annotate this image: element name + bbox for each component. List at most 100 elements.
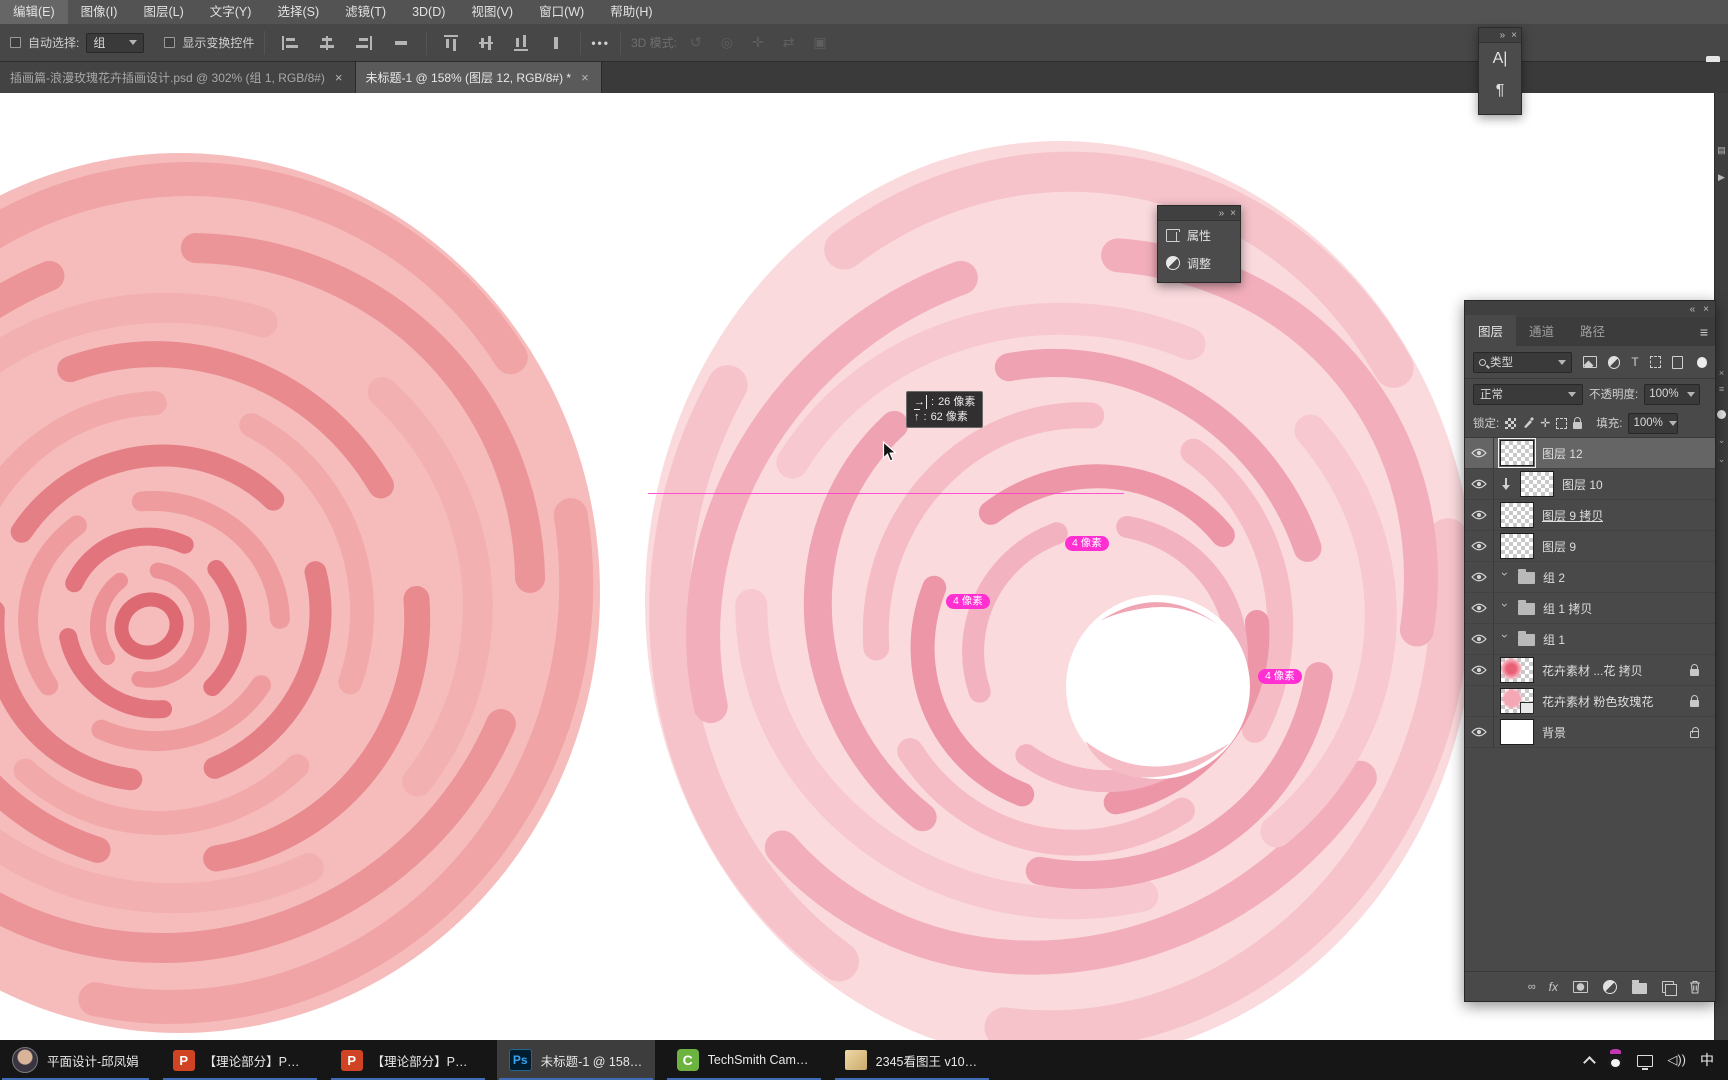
expand-chevron-icon[interactable]: › — [1498, 634, 1512, 644]
taskbar-camtasia[interactable]: C TechSmith Camta... — [665, 1040, 823, 1080]
layer-filter-dropdown[interactable]: 类型 — [1473, 351, 1572, 373]
layer-thumbnail[interactable] — [1520, 471, 1554, 497]
close-icon[interactable]: × — [1511, 30, 1517, 41]
tab-paths[interactable]: 路径 — [1567, 315, 1618, 346]
layer-row-group2[interactable]: › 组 2 — [1465, 562, 1715, 593]
layer-thumbnail[interactable] — [1500, 657, 1534, 683]
lock-position-icon[interactable]: ✛ — [1540, 416, 1550, 430]
document-tab-rose-psd[interactable]: 插画篇-浪漫玫瑰花卉插画设计.psd @ 302% (组 1, RGB/8#) … — [0, 62, 356, 93]
layer-row-9[interactable]: 图层 9 — [1465, 531, 1715, 562]
fill-input[interactable]: 100% — [1628, 412, 1679, 434]
collapse-icon[interactable]: » — [1219, 208, 1225, 219]
volume-icon[interactable]: ◁)) — [1667, 1052, 1686, 1068]
close-icon[interactable]: × — [333, 70, 345, 85]
taskbar-chat-window[interactable]: 平面设计-邱凤娟 — [0, 1040, 151, 1080]
tray-expand-icon[interactable] — [1583, 1055, 1597, 1069]
layer-row-10[interactable]: 图层 10 — [1465, 469, 1715, 500]
taskbar-photoshop[interactable]: Ps 未标题-1 @ 158%... — [496, 1040, 655, 1080]
filter-pixel-layers-icon[interactable] — [1582, 356, 1597, 368]
align-bottom-icon[interactable] — [514, 34, 529, 51]
color-dock-icon[interactable] — [1717, 410, 1726, 419]
character-panel-button[interactable]: A| — [1479, 43, 1521, 75]
filter-adjustment-layers-icon[interactable] — [1608, 355, 1621, 369]
visibility-toggle[interactable] — [1465, 469, 1494, 499]
menu-3d[interactable]: 3D(D) — [399, 0, 458, 24]
layer-row-group1[interactable]: › 组 1 — [1465, 624, 1715, 655]
chevron-icon[interactable]: ⌄ — [1715, 454, 1728, 465]
menu-help[interactable]: 帮助(H) — [597, 0, 665, 24]
layer-thumbnail[interactable] — [1500, 533, 1534, 559]
new-layer-icon[interactable] — [1662, 980, 1677, 996]
delete-layer-icon[interactable] — [1689, 980, 1701, 994]
panel-menu-icon[interactable]: ≡ — [1715, 384, 1728, 394]
more-options-button[interactable]: ••• — [591, 36, 610, 50]
visibility-toggle[interactable] — [1465, 438, 1494, 468]
collapse-icon[interactable]: « — [1690, 304, 1696, 315]
align-right-icon[interactable] — [356, 35, 373, 50]
add-mask-icon[interactable] — [1573, 980, 1588, 993]
visibility-toggle[interactable] — [1465, 624, 1494, 654]
new-group-icon[interactable] — [1632, 979, 1647, 994]
lock-pixels-icon[interactable] — [1522, 417, 1535, 429]
ime-indicator[interactable]: 中 — [1700, 1050, 1714, 1070]
adjustments-button[interactable]: 调整 — [1158, 249, 1240, 277]
layer-row-group1-copy[interactable]: › 组 1 拷贝 — [1465, 593, 1715, 624]
expand-chevron-icon[interactable]: › — [1498, 572, 1512, 582]
visibility-toggle[interactable] — [1465, 593, 1494, 623]
menu-layer[interactable]: 图层(L) — [130, 0, 196, 24]
taskbar-powerpoint-2[interactable]: P 【理论部分】PS插... — [329, 1040, 487, 1080]
dock-play-icon[interactable]: ▶ — [1715, 172, 1728, 183]
tab-channels[interactable]: 通道 — [1516, 315, 1567, 346]
align-left-icon[interactable] — [282, 35, 299, 50]
filter-type-layers-icon[interactable]: T — [1631, 355, 1638, 369]
lock-transparency-icon[interactable] — [1505, 417, 1517, 429]
layer-row-flower-pink[interactable]: 花卉素材 粉色玫瑰花 — [1465, 686, 1715, 717]
filter-shape-layers-icon[interactable] — [1649, 356, 1662, 368]
menu-image[interactable]: 图像(I) — [68, 0, 131, 24]
visibility-toggle[interactable] — [1465, 717, 1494, 747]
paragraph-panel-button[interactable]: ¶ — [1479, 75, 1521, 107]
link-layers-icon[interactable]: ∞ — [1528, 981, 1536, 993]
qq-icon[interactable] — [1608, 1048, 1624, 1069]
collapse-icon[interactable]: » — [1500, 30, 1506, 41]
layer-thumbnail[interactable] — [1500, 688, 1534, 714]
expand-chevron-icon[interactable]: › — [1498, 603, 1512, 613]
document-tab-untitled[interactable]: 未标题-1 @ 158% (图层 12, RGB/8#) * × — [355, 62, 602, 93]
dock-grid-icon[interactable]: ▤ — [1715, 145, 1728, 156]
taskbar-powerpoint-1[interactable]: P 【理论部分】PS插... — [161, 1040, 319, 1080]
auto-select-checkbox[interactable] — [10, 37, 21, 48]
filter-smart-objects-icon[interactable] — [1672, 355, 1683, 369]
align-middle-icon[interactable] — [479, 35, 494, 51]
visibility-toggle[interactable] — [1465, 531, 1494, 561]
align-center-h-icon[interactable] — [319, 35, 335, 50]
filter-toggle-icon[interactable] — [1696, 356, 1707, 368]
auto-select-target-dropdown[interactable]: 组 — [86, 32, 145, 53]
layer-row-flower-copy[interactable]: 花卉素材 ...花 拷贝 — [1465, 655, 1715, 686]
layer-style-icon[interactable]: fx — [1549, 980, 1558, 994]
layer-row-12[interactable]: 图层 12 — [1465, 438, 1715, 469]
layer-thumbnail[interactable] — [1498, 438, 1536, 468]
distribute-h-icon[interactable] — [393, 36, 409, 50]
layer-thumbnail[interactable] — [1500, 719, 1534, 745]
opacity-input[interactable]: 100% — [1644, 383, 1701, 405]
layer-row-background[interactable]: 背景 — [1465, 717, 1715, 748]
close-icon[interactable]: × — [1715, 368, 1728, 378]
close-icon[interactable]: × — [1703, 304, 1709, 315]
taskbar-2345-viewer[interactable]: 2345看图王 v10.1 ... — [833, 1040, 991, 1080]
menu-filter[interactable]: 滤镜(T) — [332, 0, 399, 24]
align-top-icon[interactable] — [444, 34, 459, 51]
close-icon[interactable]: × — [579, 70, 591, 85]
properties-button[interactable]: 属性 — [1158, 221, 1240, 249]
menu-select[interactable]: 选择(S) — [264, 0, 332, 24]
adjustment-layer-icon[interactable] — [1603, 979, 1617, 994]
panel-menu-icon[interactable]: ≡ — [1700, 324, 1708, 340]
layer-row-9-copy[interactable]: 图层 9 拷贝 — [1465, 500, 1715, 531]
visibility-toggle[interactable] — [1465, 686, 1494, 716]
lock-artboard-icon[interactable] — [1556, 417, 1568, 429]
network-icon[interactable] — [1637, 1055, 1654, 1070]
menu-type[interactable]: 文字(Y) — [197, 0, 265, 24]
chevron-icon[interactable]: ⌄ — [1715, 435, 1728, 446]
distribute-v-icon[interactable] — [549, 35, 563, 51]
visibility-toggle[interactable] — [1465, 655, 1494, 685]
blend-mode-dropdown[interactable]: 正常 — [1473, 383, 1583, 405]
